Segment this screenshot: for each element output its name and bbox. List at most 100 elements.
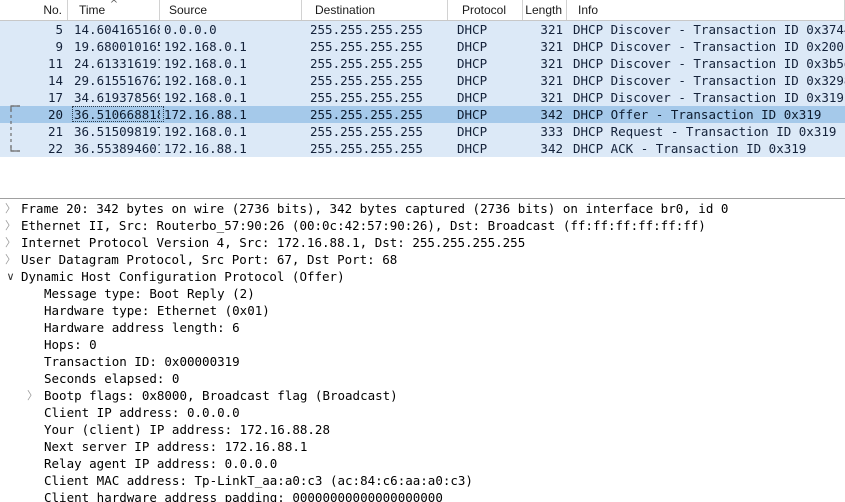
packet-list-row[interactable]: 22 36.553894601 172.16.88.1 255.255.255.255…	[0, 140, 845, 157]
detail-tree-row[interactable]: ∨ Dynamic Host Configuration Protocol (Of…	[0, 268, 845, 285]
detail-tree-row[interactable]: Hardware address length: 6	[0, 319, 845, 336]
detail-row-label: Hardware address length: 6	[44, 320, 240, 335]
sort-ascending-caret-icon: ^	[109, 0, 119, 10]
detail-row-label: Hardware type: Ethernet (0x01)	[44, 303, 270, 318]
packet-cell-length: 342	[540, 141, 563, 156]
packet-list-row[interactable]: 21 36.515098197 192.168.0.1 255.255.255.255…	[0, 123, 845, 140]
chevron-right-icon[interactable]: 〉	[26, 387, 39, 404]
packet-list-row[interactable]: 20 36.510668818 172.16.88.1 255.255.255.255…	[0, 106, 845, 123]
detail-row-label: Bootp flags: 0x8000, Broadcast flag (Bro…	[44, 388, 398, 403]
packet-cell-info: DHCP Request - Transaction ID 0x319	[573, 124, 837, 139]
packet-cell-source: 192.168.0.1	[164, 124, 247, 139]
detail-row-label: Transaction ID: 0x00000319	[44, 354, 240, 369]
packet-list-header: No. Time Source Destination Protocol Len…	[0, 0, 845, 21]
detail-tree-row[interactable]: Hops: 0	[0, 336, 845, 353]
packet-list-row[interactable]: 5 14.604165168 0.0.0.0 255.255.255.255 DHCP 3…	[0, 21, 845, 38]
packet-cell-time: 14.604165168	[74, 22, 160, 37]
packet-cell-time: 19.680010165	[74, 39, 160, 54]
detail-tree-row[interactable]: 〉 Internet Protocol Version 4, Src: 172.1…	[0, 234, 845, 251]
packet-cell-length: 321	[540, 73, 563, 88]
detail-row-label: Message type: Boot Reply (2)	[44, 286, 255, 301]
detail-row-label: Ethernet II, Src: Routerbo_57:90:26 (00:…	[21, 218, 706, 233]
detail-tree-row[interactable]: Message type: Boot Reply (2)	[0, 285, 845, 302]
packet-cell-no: 11	[47, 56, 63, 71]
detail-row-label: Next server IP address: 172.16.88.1	[44, 439, 308, 454]
chevron-right-icon[interactable]: 〉	[4, 251, 17, 268]
detail-tree-row[interactable]: Client IP address: 0.0.0.0	[0, 404, 845, 421]
packet-list-row[interactable]: 11 24.613316191 192.168.0.1 255.255.255.255…	[0, 55, 845, 72]
detail-row-label: Client hardware address padding: 0000000…	[44, 490, 443, 502]
packet-cell-destination: 255.255.255.255	[310, 73, 423, 88]
packet-list-row[interactable]: 14 29.615516762 192.168.0.1 255.255.255.255…	[0, 72, 845, 89]
detail-tree-row[interactable]: Client MAC address: Tp-LinkT_aa:a0:c3 (a…	[0, 472, 845, 489]
packet-cell-time: 36.553894601	[74, 141, 160, 156]
packet-cell-length: 333	[540, 124, 563, 139]
column-header-source[interactable]: Source	[164, 0, 302, 20]
column-header-length[interactable]: Length	[511, 0, 567, 20]
packet-cell-source: 192.168.0.1	[164, 39, 247, 54]
packet-list-row[interactable]: 9 19.680010165 192.168.0.1 255.255.255.255 D…	[0, 38, 845, 55]
packet-cell-time: 29.615516762	[74, 73, 160, 88]
packet-list-pane[interactable]: No. Time Source Destination Protocol Len…	[0, 0, 845, 199]
detail-tree-row[interactable]: 〉 User Datagram Protocol, Src Port: 67, D…	[0, 251, 845, 268]
packet-cell-no: 9	[55, 39, 63, 54]
chevron-right-icon[interactable]: 〉	[4, 217, 17, 234]
packet-cell-no: 5	[55, 22, 63, 37]
chevron-right-icon[interactable]: 〉	[4, 200, 17, 217]
packet-cell-length: 321	[540, 39, 563, 54]
detail-tree-row[interactable]: 〉 Ethernet II, Src: Routerbo_57:90:26 (00…	[0, 217, 845, 234]
packet-list-row[interactable]: 17 34.619378569 192.168.0.1 255.255.255.255…	[0, 89, 845, 106]
detail-tree-row[interactable]: Seconds elapsed: 0	[0, 370, 845, 387]
packet-cell-destination: 255.255.255.255	[310, 107, 423, 122]
packet-cell-info: DHCP Discover - Transaction ID 0x319	[573, 90, 844, 105]
detail-tree-row[interactable]: Next server IP address: 172.16.88.1	[0, 438, 845, 455]
packet-cell-destination: 255.255.255.255	[310, 56, 423, 71]
packet-cell-no: 17	[47, 90, 63, 105]
detail-row-label: Frame 20: 342 bytes on wire (2736 bits),…	[21, 201, 729, 216]
packet-detail-pane[interactable]: 〉 Frame 20: 342 bytes on wire (2736 bits)…	[0, 200, 845, 502]
packet-cell-length: 321	[540, 90, 563, 105]
detail-tree-row[interactable]: Relay agent IP address: 0.0.0.0	[0, 455, 845, 472]
packet-cell-length: 321	[540, 56, 563, 71]
packet-cell-no: 14	[47, 73, 63, 88]
chevron-down-icon[interactable]: ∨	[4, 268, 17, 285]
packet-cell-time: 34.619378569	[74, 90, 160, 105]
packet-cell-info: DHCP Discover - Transaction ID 0x200	[573, 39, 844, 54]
detail-tree-row[interactable]: Transaction ID: 0x00000319	[0, 353, 845, 370]
detail-tree-row[interactable]: 〉 Frame 20: 342 bytes on wire (2736 bits)…	[0, 200, 845, 217]
packet-cell-source: 172.16.88.1	[164, 107, 247, 122]
packet-cell-source: 192.168.0.1	[164, 56, 247, 71]
detail-row-label: Your (client) IP address: 172.16.88.28	[44, 422, 330, 437]
packet-cell-time: 36.510668818	[74, 107, 160, 122]
detail-tree-row[interactable]: Your (client) IP address: 172.16.88.28	[0, 421, 845, 438]
packet-cell-source: 192.168.0.1	[164, 90, 247, 105]
packet-cell-info: DHCP Discover - Transaction ID 0x3744	[573, 22, 845, 37]
detail-row-label: Client MAC address: Tp-LinkT_aa:a0:c3 (a…	[44, 473, 473, 488]
detail-tree-row[interactable]: Client hardware address padding: 0000000…	[0, 489, 845, 502]
packet-cell-info: DHCP ACK - Transaction ID 0x319	[573, 141, 807, 156]
packet-cell-info: DHCP Discover - Transaction ID 0x3298	[573, 73, 845, 88]
detail-row-label: User Datagram Protocol, Src Port: 67, Ds…	[21, 252, 398, 267]
packet-cell-destination: 255.255.255.255	[310, 39, 423, 54]
wireshark-window: No. Time Source Destination Protocol Len…	[0, 0, 845, 502]
packet-cell-no: 20	[47, 107, 63, 122]
packet-cell-info: DHCP Discover - Transaction ID 0x3b5d	[573, 56, 845, 71]
column-header-info[interactable]: Info	[573, 0, 845, 20]
packet-cell-info: DHCP Offer - Transaction ID 0x319	[573, 107, 822, 122]
column-header-destination[interactable]: Destination	[310, 0, 448, 20]
packet-cell-no: 21	[47, 124, 63, 139]
detail-tree-row[interactable]: Hardware type: Ethernet (0x01)	[0, 302, 845, 319]
packet-cell-source: 192.168.0.1	[164, 73, 247, 88]
detail-row-label: Internet Protocol Version 4, Src: 172.16…	[21, 235, 526, 250]
chevron-right-icon[interactable]: 〉	[4, 234, 17, 251]
packet-cell-destination: 255.255.255.255	[310, 124, 423, 139]
packet-cell-time: 36.515098197	[74, 124, 160, 139]
packet-cell-length: 321	[540, 22, 563, 37]
column-header-no[interactable]: No.	[0, 0, 68, 20]
detail-row-label: Relay agent IP address: 0.0.0.0	[44, 456, 278, 471]
detail-tree-row[interactable]: 〉 Bootp flags: 0x8000, Broadcast flag (Br…	[0, 387, 845, 404]
packet-cell-time: 24.613316191	[74, 56, 160, 71]
packet-cell-no: 22	[47, 141, 63, 156]
packet-cell-source: 0.0.0.0	[164, 22, 217, 37]
packet-list-body[interactable]: 5 14.604165168 0.0.0.0 255.255.255.255 DHCP 3…	[0, 21, 845, 157]
